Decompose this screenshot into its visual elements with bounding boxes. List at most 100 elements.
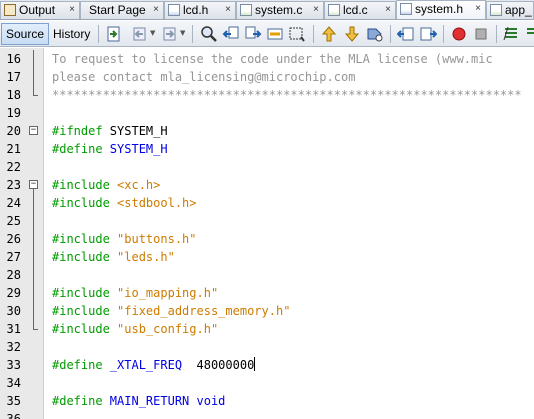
line-number: 32 xyxy=(6,340,21,354)
tab-system-h[interactable]: system.h × xyxy=(396,0,486,19)
source-view-button[interactable]: Source xyxy=(1,23,50,45)
code-token: #include xyxy=(52,196,118,210)
line-number: 31 xyxy=(6,322,21,336)
close-icon[interactable]: × xyxy=(153,2,159,18)
code-text[interactable]: #define SYSTEM_H xyxy=(52,140,168,158)
code-line[interactable]: 24 #include <stdbool.h> xyxy=(0,194,534,212)
code-token: _XTAL_FREQ xyxy=(109,358,183,372)
code-token: "fixed_address_memory.h" xyxy=(117,304,291,318)
close-icon[interactable]: × xyxy=(385,2,391,18)
code-line[interactable]: 17 please contact mla_licensing@microchip… xyxy=(0,68,534,86)
code-text[interactable]: #include "io_mapping.h" xyxy=(52,284,218,302)
tab-lcd-h[interactable]: lcd.h × xyxy=(164,1,236,19)
code-token: #ifndef xyxy=(52,124,110,138)
code-editor[interactable]: 16 To request to license the code under t… xyxy=(0,48,534,419)
code-line[interactable]: 26 #include "buttons.h" xyxy=(0,230,534,248)
code-line[interactable]: 22 xyxy=(0,158,534,176)
code-line[interactable]: 31 #include "usb_config.h" xyxy=(0,320,534,338)
line-number: 34 xyxy=(6,376,21,390)
code-token: SYSTEM_H xyxy=(109,142,168,156)
c-file-icon xyxy=(240,4,252,16)
code-text[interactable]: #define MAIN_RETURN void xyxy=(52,392,225,410)
code-text[interactable]: #include <stdbool.h> xyxy=(52,194,197,212)
comment-icon[interactable] xyxy=(502,25,520,43)
code-line[interactable]: 28 xyxy=(0,266,534,284)
code-text[interactable]: #include "usb_config.h" xyxy=(52,320,218,338)
line-number: 20 xyxy=(6,124,21,138)
code-text[interactable]: #include "buttons.h" xyxy=(52,230,197,248)
uncomment-icon[interactable] xyxy=(524,25,534,43)
code-line[interactable]: 21 #define SYSTEM_H xyxy=(0,140,534,158)
c-file-icon xyxy=(490,4,502,16)
line-number: 29 xyxy=(6,286,21,300)
fold-toggle-icon[interactable]: − xyxy=(29,180,38,189)
c-file-icon xyxy=(328,4,340,16)
code-line[interactable]: 35 #define MAIN_RETURN void xyxy=(0,392,534,410)
code-line[interactable]: 19 xyxy=(0,104,534,122)
code-line[interactable]: 18 **************************************… xyxy=(0,86,534,104)
tab-lcd-c[interactable]: lcd.c × xyxy=(324,1,396,19)
code-line[interactable]: 34 xyxy=(0,374,534,392)
find-selection-icon[interactable] xyxy=(266,25,284,43)
close-icon[interactable]: × xyxy=(225,2,231,18)
line-number: 25 xyxy=(6,214,21,228)
find-icon[interactable] xyxy=(200,25,218,43)
back-icon[interactable] xyxy=(131,25,149,43)
code-line[interactable]: 32 xyxy=(0,338,534,356)
stop-macro-icon[interactable] xyxy=(472,25,490,43)
code-text[interactable]: please contact mla_licensing@microchip.c… xyxy=(52,68,355,86)
code-line[interactable]: 30 #include "fixed_address_memory.h" xyxy=(0,302,534,320)
forward-icon[interactable] xyxy=(161,25,179,43)
shift-left-icon[interactable] xyxy=(397,25,415,43)
code-token: #include xyxy=(52,178,118,192)
next-bookmark-icon[interactable] xyxy=(343,25,361,43)
close-icon[interactable]: × xyxy=(69,2,75,18)
code-line[interactable]: 29 #include "io_mapping.h" xyxy=(0,284,534,302)
code-token: <stdbool.h> xyxy=(117,196,197,210)
code-line[interactable]: 25 xyxy=(0,212,534,230)
line-number: 21 xyxy=(6,142,21,156)
code-text[interactable]: #include "fixed_address_memory.h" xyxy=(52,302,290,320)
line-number: 22 xyxy=(6,160,21,174)
line-number: 16 xyxy=(6,52,21,66)
code-line[interactable]: 16 To request to license the code under t… xyxy=(0,50,534,68)
tab-start-page[interactable]: Start Page × xyxy=(80,1,164,19)
line-number: 36 xyxy=(6,412,21,419)
find-previous-icon[interactable] xyxy=(222,25,240,43)
tab-system-c[interactable]: system.c × xyxy=(236,1,324,19)
code-line[interactable]: 20− #ifndef SYSTEM_H xyxy=(0,122,534,140)
start-macro-icon[interactable] xyxy=(450,25,468,43)
code-line[interactable]: 33 #define _XTAL_FREQ 48000000 xyxy=(0,356,534,374)
last-edit-icon[interactable] xyxy=(105,25,123,43)
code-text[interactable]: #include "leds.h" xyxy=(52,248,175,266)
history-view-button[interactable]: History xyxy=(48,23,95,45)
code-token: void xyxy=(189,394,226,408)
code-token: please contact mla_licensing@microchip.c… xyxy=(52,70,356,84)
toggle-bookmark-icon[interactable] xyxy=(366,25,384,43)
code-text[interactable]: To request to license the code under the… xyxy=(52,50,493,68)
forward-dropdown-icon[interactable]: ▼ xyxy=(180,29,185,37)
tab-app[interactable]: app_ xyxy=(486,1,534,19)
code-text[interactable]: ****************************************… xyxy=(52,86,522,104)
previous-bookmark-icon[interactable] xyxy=(320,25,338,43)
close-icon[interactable]: × xyxy=(475,1,481,17)
back-dropdown-icon[interactable]: ▼ xyxy=(150,29,155,37)
toggle-highlight-icon[interactable] xyxy=(288,25,306,43)
code-text[interactable]: #define _XTAL_FREQ 48000000 xyxy=(52,356,256,374)
code-text[interactable]: #include <xc.h> xyxy=(52,176,160,194)
code-token: #include xyxy=(52,322,118,336)
code-text[interactable]: #ifndef SYSTEM_H xyxy=(52,122,168,140)
code-token: SYSTEM_H xyxy=(109,124,168,138)
line-number: 23 xyxy=(6,178,21,192)
line-number: 17 xyxy=(6,70,21,84)
code-line[interactable]: 27 #include "leds.h" xyxy=(0,248,534,266)
code-line[interactable]: 23− #include <xc.h> xyxy=(0,176,534,194)
header-file-icon xyxy=(168,4,180,16)
fold-toggle-icon[interactable]: − xyxy=(29,126,38,135)
code-line[interactable]: 36 xyxy=(0,410,534,419)
shift-right-icon[interactable] xyxy=(419,25,437,43)
tab-label: Start Page xyxy=(89,3,146,17)
close-icon[interactable]: × xyxy=(313,2,319,18)
tab-output[interactable]: Output × xyxy=(0,1,80,19)
find-next-icon[interactable] xyxy=(244,25,262,43)
